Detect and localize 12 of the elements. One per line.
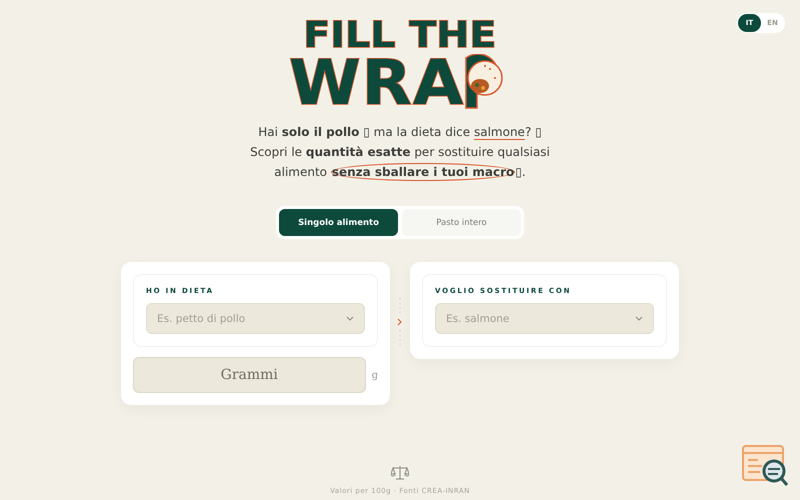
grams-field[interactable]: Grammi: [133, 357, 366, 393]
mode-tab[interactable]: Pasto intero: [402, 209, 521, 236]
unit-label: g: [372, 370, 378, 380]
food-select[interactable]: Es. salmone: [435, 303, 654, 334]
scale-icon: [391, 465, 409, 481]
intro-text: Hai solo il pollo ▯ ma la dieta dice salmone? ▯ Scopri le quantità esatte per sostituire qualsiasi alimento senza sballare i tuoi macro▯.: [249, 124, 551, 182]
logo-title: WRA: [289, 54, 465, 112]
chevron-icon: [346, 316, 354, 321]
mode-tab[interactable]: Singolo alimento: [279, 209, 398, 236]
chevron-icon: [635, 316, 643, 321]
logo-title: FILL THE: [303, 18, 497, 54]
food-select[interactable]: Es. petto di pollo: [146, 303, 365, 334]
